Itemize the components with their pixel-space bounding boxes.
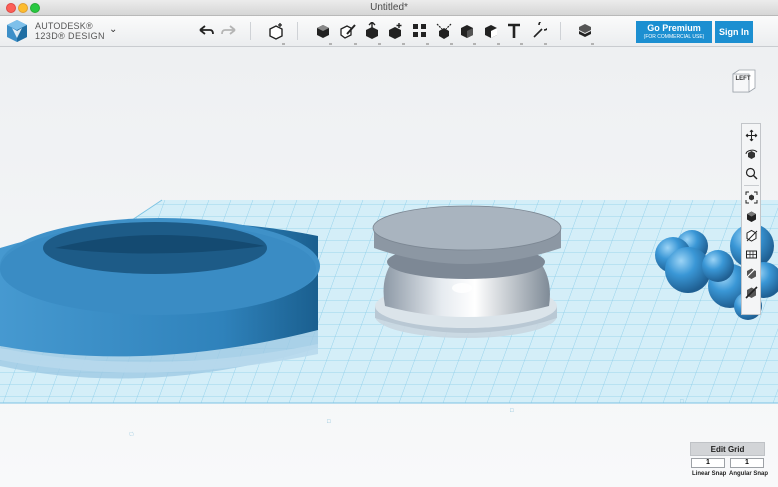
title-bar: Untitled* — [0, 0, 778, 16]
measure-button[interactable] — [481, 21, 501, 45]
orbit-button[interactable] — [744, 147, 759, 162]
zoom-magnifier-icon — [745, 167, 758, 180]
angular-snap-label: Angular Snap — [729, 471, 769, 477]
svg-text:□: □ — [680, 399, 684, 405]
outline-cube-icon — [746, 229, 758, 242]
brand-autodesk: AUTODESK® — [35, 21, 93, 31]
combine-button[interactable] — [457, 21, 477, 45]
tweak-icon — [389, 23, 402, 39]
ring-object[interactable] — [0, 218, 320, 379]
materials-icon — [746, 268, 756, 279]
navigation-bar — [741, 123, 761, 315]
wireframe-view-button[interactable] — [744, 247, 759, 262]
pattern-icon — [413, 24, 426, 37]
fit-icon — [745, 191, 758, 204]
materials-view-button[interactable] — [744, 266, 759, 281]
fit-button[interactable] — [744, 190, 759, 205]
orbit-icon — [745, 149, 758, 159]
zoom-button[interactable] — [744, 166, 759, 181]
spool-object[interactable] — [372, 205, 562, 338]
app-menu-chevron-down-icon[interactable]: ⌄ — [109, 24, 117, 35]
3d-viewport[interactable]: □ □ □ □ LEFT Edit Grid 1 1 Linear Snap A… — [0, 48, 778, 487]
go-premium-sublabel: (FOR COMMERCIAL USE) — [643, 34, 705, 40]
text-button[interactable] — [504, 21, 524, 45]
view-cube-face-label: LEFT — [735, 76, 751, 82]
wireframe-icon — [746, 250, 757, 259]
toolbar-divider — [297, 22, 298, 40]
modify-button[interactable] — [386, 21, 406, 45]
cube-icon — [317, 25, 329, 38]
svg-text:□: □ — [510, 408, 514, 414]
pan-button[interactable] — [744, 128, 759, 143]
primitives-button[interactable] — [313, 21, 333, 45]
main-toolbar: AUTODESK® 123D® DESIGN ⌄ Go Premium (FOR… — [0, 16, 778, 47]
linear-snap-field[interactable]: 1 — [691, 458, 725, 468]
toolbar-divider — [560, 22, 561, 40]
outline-view-button[interactable] — [744, 228, 759, 243]
redo-button[interactable] — [219, 21, 239, 41]
solid-view-button[interactable] — [744, 209, 759, 224]
window-title: Untitled* — [370, 2, 408, 13]
angular-snap-field[interactable]: 1 — [730, 458, 764, 468]
group-icon — [436, 23, 452, 39]
extrude-icon — [366, 22, 378, 39]
hide-icon — [745, 286, 758, 299]
brand-product: 123D® DESIGN — [35, 31, 105, 41]
add-primitive-button[interactable] — [266, 21, 286, 45]
add-box-icon — [269, 23, 283, 40]
pan-icon — [745, 129, 758, 142]
toolbar-divider — [250, 22, 251, 40]
svg-text:□: □ — [327, 419, 331, 425]
combine-icon — [461, 25, 473, 38]
sketch-pen-icon — [340, 24, 356, 39]
snap-button[interactable] — [528, 21, 548, 45]
measure-icon — [485, 25, 497, 38]
pattern-button[interactable] — [410, 21, 430, 45]
app-logo — [6, 19, 28, 43]
text-icon — [508, 23, 520, 38]
solid-cube-icon — [747, 211, 756, 222]
linear-snap-label: Linear Snap — [692, 471, 727, 477]
hide-view-button[interactable] — [744, 285, 759, 300]
sketch-button[interactable] — [338, 21, 358, 45]
edit-grid-button[interactable]: Edit Grid — [690, 442, 765, 456]
go-premium-label: Go Premium — [647, 23, 701, 33]
material-icon — [579, 24, 591, 37]
sign-in-button[interactable]: Sign In — [715, 21, 753, 43]
navbar-divider — [744, 185, 759, 186]
go-premium-button[interactable]: Go Premium (FOR COMMERCIAL USE) — [636, 21, 712, 43]
view-cube[interactable]: LEFT — [730, 68, 756, 94]
grouping-button[interactable] — [434, 21, 454, 45]
undo-button[interactable] — [196, 21, 216, 41]
material-button[interactable] — [575, 21, 595, 45]
construct-button[interactable] — [362, 21, 382, 45]
redo-icon — [221, 25, 236, 35]
snap-magnet-icon — [533, 22, 547, 38]
undo-icon — [199, 25, 214, 35]
scene-canvas[interactable]: □ □ □ □ — [0, 48, 778, 487]
